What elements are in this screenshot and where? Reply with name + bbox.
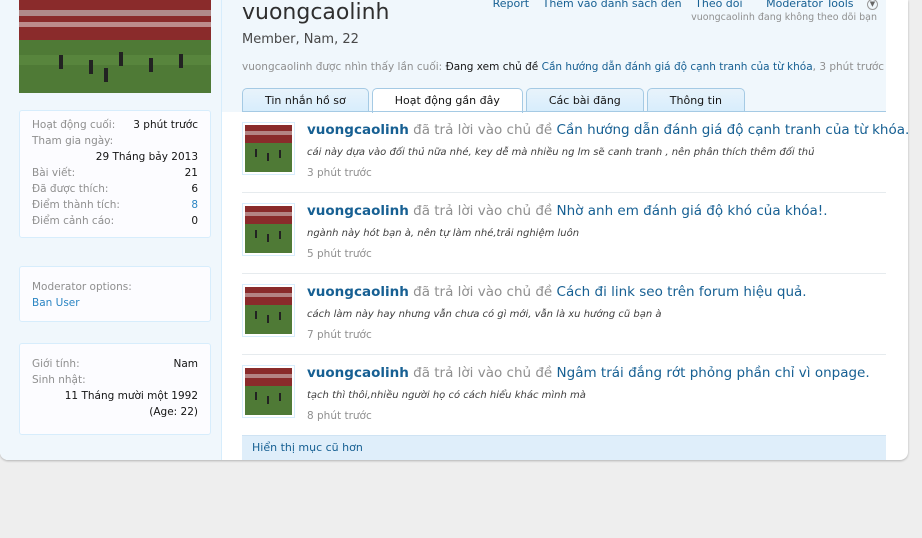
- stat-last-activity: Hoạt động cuối: 3 phút trước: [32, 117, 198, 133]
- activity-thread-link[interactable]: Cần hướng dẫn đánh giá độ cạnh tranh của…: [557, 122, 908, 138]
- stat-label: Bài viết:: [32, 167, 76, 179]
- profile-page: Hoạt động cuối: 3 phút trước Tham gia ngà…: [0, 0, 908, 460]
- profile-username: vuongcaolinh: [242, 0, 390, 25]
- profile-user-title: Member, Nam, 22: [242, 32, 359, 47]
- birthday-label: Sinh nhật:: [32, 374, 86, 386]
- info-box: Giới tính: Nam Sinh nhật: 11 Tháng mười m…: [19, 343, 211, 435]
- activity-time: 7 phút trước: [307, 329, 372, 341]
- profile-actions: Report Thêm vào danh sách đen Theo dõi M…: [483, 0, 878, 10]
- profile-sidebar: Hoạt động cuối: 3 phút trước Tham gia ngà…: [0, 0, 222, 460]
- list-item: vuongcaolinh đã trả lời vào chủ đề Nhờ a…: [242, 193, 886, 274]
- last-seen-thread-link[interactable]: Cần hướng dẫn đánh giá độ cạnh tranh của…: [542, 61, 813, 73]
- gender-row: Giới tính: Nam: [32, 356, 198, 372]
- chevron-down-icon: ▼: [867, 0, 878, 10]
- stats-box: Hoạt động cuối: 3 phút trước Tham gia ngà…: [19, 110, 211, 238]
- ignore-link[interactable]: Thêm vào danh sách đen: [543, 0, 682, 10]
- activity-snippet: ngành này hót bạn à, nên tự làm nhé,trải…: [307, 228, 580, 239]
- list-item: vuongcaolinh đã trả lời vào chủ đề Ngâm …: [242, 355, 886, 436]
- activity-snippet: cách làm này hay nhưng vẫn chưa có gì mớ…: [307, 309, 662, 320]
- activity-user-link[interactable]: vuongcaolinh: [307, 365, 409, 381]
- tab-recent-activity[interactable]: Hoạt động gần đây: [371, 88, 523, 113]
- moderator-box: Moderator options: Ban User: [19, 266, 211, 322]
- activity-user-link[interactable]: vuongcaolinh: [307, 122, 409, 138]
- stat-trophy-points: Điểm thành tích: 8: [32, 197, 198, 213]
- activity-feed: vuongcaolinh đã trả lời vào chủ đề Cần h…: [242, 112, 908, 436]
- last-seen-prefix: vuongcaolinh được nhìn thấy lần cuối:: [242, 61, 443, 73]
- activity-thread-link[interactable]: Cách đi link seo trên forum hiệu quả.: [557, 284, 807, 300]
- profile-main: vuongcaolinh Member, Nam, 22 Report Thêm…: [222, 0, 908, 460]
- stat-value: 6: [191, 183, 198, 195]
- profile-header: vuongcaolinh Member, Nam, 22 Report Thêm…: [222, 0, 886, 113]
- activity-thread-link[interactable]: Ngâm trái đắng rớt phỏng phần chỉ vì onp…: [557, 365, 870, 381]
- activity-action: đã trả lời vào chủ đề: [413, 284, 553, 300]
- activity-snippet: tạch thì thôi,nhiều người họ có cách hiể…: [307, 390, 586, 401]
- activity-action: đã trả lời vào chủ đề: [413, 122, 553, 138]
- stat-likes: Đã được thích: 6: [32, 181, 198, 197]
- activity-title: vuongcaolinh đã trả lời vào chủ đề Ngâm …: [307, 365, 870, 381]
- profile-avatar[interactable]: [19, 0, 211, 93]
- stat-label: Đã được thích:: [32, 183, 109, 195]
- avatar[interactable]: [242, 122, 295, 175]
- stat-label: Tham gia ngày:: [32, 135, 114, 147]
- stat-value: 21: [184, 167, 198, 179]
- activity-thread-link[interactable]: Nhờ anh em đánh giá độ khó của khóa!.: [557, 203, 828, 219]
- last-seen-time: , 3 phút trước: [812, 61, 885, 73]
- show-older-link[interactable]: Hiển thị mục cũ hơn: [252, 441, 363, 454]
- ban-user-link[interactable]: Ban User: [32, 295, 198, 311]
- avatar[interactable]: [242, 203, 295, 256]
- moderator-tools-label: Moderator Tools: [766, 0, 854, 10]
- stat-label: Điểm cảnh cáo:: [32, 215, 115, 227]
- moderator-tools-menu[interactable]: Moderator Tools ▼: [756, 0, 878, 10]
- activity-action: đã trả lời vào chủ đề: [413, 365, 553, 381]
- stat-value: 3 phút trước: [133, 119, 198, 131]
- activity-user-link[interactable]: vuongcaolinh: [307, 284, 409, 300]
- activity-time: 8 phút trước: [307, 410, 372, 422]
- stat-posts: Bài viết: 21: [32, 165, 198, 181]
- activity-title: vuongcaolinh đã trả lời vào chủ đề Cần h…: [307, 122, 908, 138]
- last-seen: vuongcaolinh được nhìn thấy lần cuối: Đa…: [242, 61, 884, 73]
- avatar[interactable]: [242, 365, 295, 418]
- tab-profile-posts[interactable]: Tin nhắn hồ sơ: [242, 88, 369, 112]
- activity-title: vuongcaolinh đã trả lời vào chủ đề Cách …: [307, 284, 807, 300]
- report-link[interactable]: Report: [493, 0, 529, 10]
- activity-time: 3 phút trước: [307, 167, 372, 179]
- stat-label: Hoạt động cuối:: [32, 119, 116, 131]
- activity-title: vuongcaolinh đã trả lời vào chủ đề Nhờ a…: [307, 203, 828, 219]
- gender-value: Nam: [173, 358, 198, 370]
- stat-warning-points: Điểm cảnh cáo: 0: [32, 213, 198, 229]
- activity-time: 5 phút trước: [307, 248, 372, 260]
- profile-tabs: Tin nhắn hồ sơ Hoạt động gần đây Các bài…: [242, 88, 748, 113]
- list-item: vuongcaolinh đã trả lời vào chủ đề Cần h…: [242, 112, 908, 193]
- activity-action: đã trả lời vào chủ đề: [413, 203, 553, 219]
- avatar[interactable]: [242, 284, 295, 337]
- last-seen-activity: Đang xem chủ đề: [445, 61, 539, 73]
- stat-value: 29 Tháng bảy 2013: [95, 151, 198, 163]
- stat-label: Điểm thành tích:: [32, 199, 120, 211]
- show-older-bar: Hiển thị mục cũ hơn: [242, 435, 886, 460]
- stat-value: 0: [191, 215, 198, 227]
- activity-snippet: cái này dựa vào đối thủ nữa nhé, key dễ …: [307, 147, 815, 158]
- gender-label: Giới tính:: [32, 358, 80, 370]
- tab-postings[interactable]: Các bài đăng: [525, 88, 644, 112]
- activity-user-link[interactable]: vuongcaolinh: [307, 203, 409, 219]
- trophy-points-link[interactable]: 8: [191, 197, 198, 213]
- list-item: vuongcaolinh đã trả lời vào chủ đề Cách …: [242, 274, 886, 355]
- tab-information[interactable]: Thông tin: [646, 88, 745, 112]
- moderator-options-label: Moderator options:: [32, 281, 132, 293]
- birthday-value: 11 Tháng mười một 1992: [64, 390, 198, 402]
- follow-link[interactable]: Theo dõi: [695, 0, 742, 10]
- age-value: (Age: 22): [149, 406, 198, 418]
- following-status: vuongcaolinh đang không theo dõi bạn: [691, 12, 877, 23]
